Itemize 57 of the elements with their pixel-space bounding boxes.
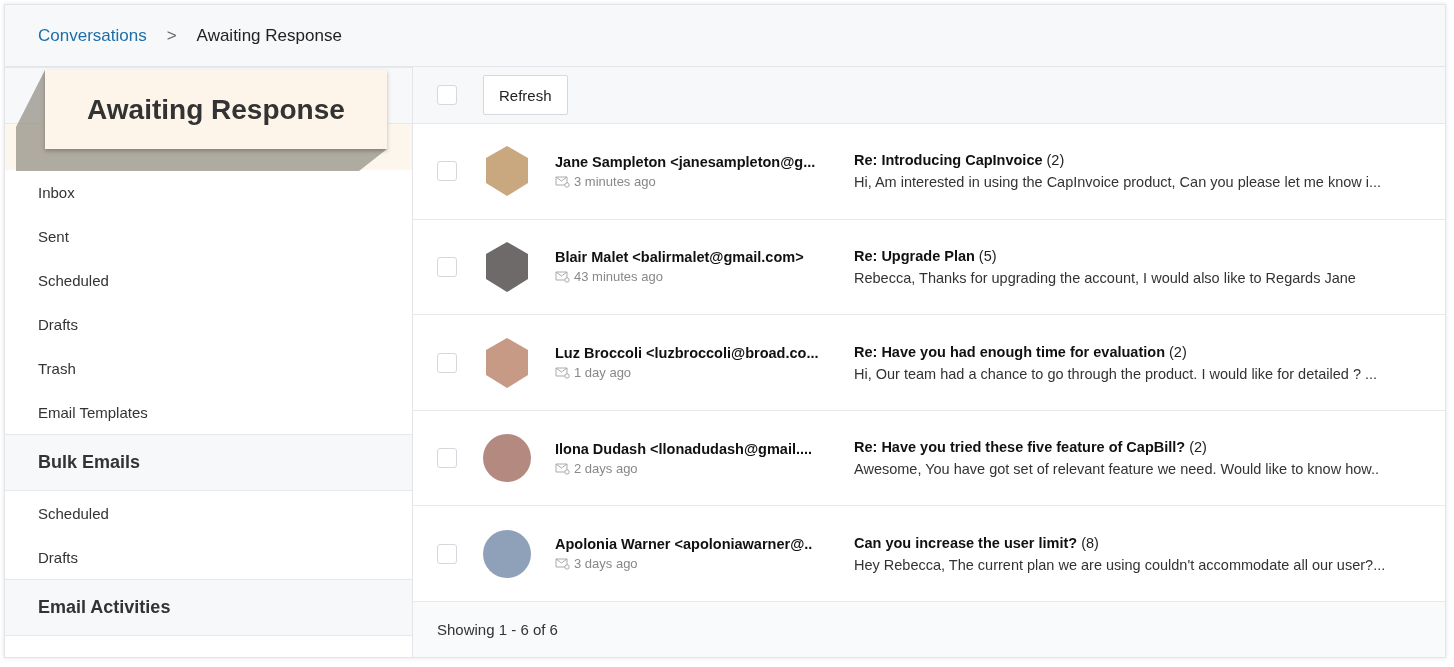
email-preview: Hi, Our team had a chance to go through the product. I would like for detailed ? ... — [854, 365, 1379, 382]
envelope-icon — [555, 174, 570, 188]
avatar-photo-placeholder — [483, 528, 531, 579]
envelope-icon — [555, 557, 570, 571]
sidebar-item[interactable]: Sent — [5, 214, 412, 258]
sidebar-item[interactable]: Drafts — [5, 535, 412, 579]
row-checkbox[interactable] — [437, 161, 457, 182]
sender-name: Luz Broccoli <luzbroccoli@broad.co... — [555, 345, 820, 361]
email-preview: Hi, Am interested in using the CapInvoice product, Can you please let me know i... — [854, 174, 1383, 191]
sidebar-section-title: Email Activities — [5, 579, 412, 636]
pagination-text: Showing 1 - 6 of 6 — [413, 601, 1445, 658]
sender-name: Jane Sampleton <janesampleton@g... — [555, 153, 817, 170]
sender-name: Ilona Dudash <llonadudash@gmail.... — [555, 440, 814, 457]
message-count: (2) — [1189, 439, 1207, 456]
timestamp: 1 day ago — [574, 365, 632, 380]
sender-name: Apolonia Warner <apoloniawarner@.. — [555, 536, 814, 553]
breadcrumb-separator: > — [166, 25, 177, 46]
email-subject[interactable]: Re: Upgrade Plan — [854, 247, 975, 264]
email-preview: Awesome, You have got set of relevant feature we need. Would like to know how.. — [854, 461, 1381, 478]
sender-name: Blair Malet <balirmalet@gmail.com> — [555, 249, 805, 266]
sidebar-item[interactable]: Drafts — [5, 302, 412, 346]
row-checkbox[interactable] — [437, 448, 457, 469]
sidebar-item[interactable]: Scheduled — [5, 258, 412, 302]
envelope-icon — [555, 270, 570, 284]
sidebar-item[interactable]: Email Templates — [5, 390, 412, 434]
message-count: (5) — [978, 247, 997, 264]
email-subject[interactable]: Re: Have you had enough time for evaluation — [854, 343, 1165, 360]
sidebar-item[interactable]: Scheduled — [5, 491, 412, 535]
email-subject[interactable]: Re: Introducing CapInvoice — [854, 152, 1043, 169]
breadcrumb-current: Awaiting Response — [196, 25, 342, 46]
sidebar-item[interactable]: Inbox — [5, 170, 412, 214]
email-subject[interactable]: Re: Have you tried these five feature of CapBill? — [854, 439, 1186, 456]
avatar-photo-placeholder — [483, 241, 531, 292]
select-all-checkbox[interactable] — [437, 85, 457, 106]
avatar-photo-placeholder — [483, 337, 531, 388]
timestamp: 2 days ago — [574, 460, 638, 476]
timestamp: 43 minutes ago — [574, 269, 663, 285]
message-count: (8) — [1081, 534, 1099, 551]
row-checkbox[interactable] — [437, 352, 457, 373]
envelope-icon — [555, 461, 570, 475]
timestamp: 3 days ago — [574, 556, 638, 572]
row-checkbox[interactable] — [437, 256, 457, 277]
avatar-photo-placeholder — [483, 146, 531, 197]
email-preview: Rebecca, Thanks for upgrading the account, I would also like to Regards Jane — [854, 269, 1357, 286]
row-checkbox[interactable] — [437, 543, 457, 564]
envelope-icon — [555, 366, 570, 379]
email-subject[interactable]: Can you increase the user limit? — [854, 534, 1078, 551]
avatar-photo-placeholder — [483, 433, 531, 484]
refresh-button[interactable]: Refresh — [483, 75, 568, 116]
email-preview: Hey Rebecca, The current plan we are using couldn't accommodate all our user?... — [854, 556, 1387, 573]
timestamp: 3 minutes ago — [574, 173, 656, 189]
callout-tooltip: Awaiting Response — [45, 70, 387, 149]
sidebar-section-title: Bulk Emails — [5, 434, 412, 491]
breadcrumb-link[interactable]: Conversations — [38, 25, 147, 46]
message-count: (2) — [1169, 343, 1187, 360]
sidebar-item[interactable]: Trash — [5, 346, 412, 390]
message-count: (2) — [1046, 152, 1065, 169]
